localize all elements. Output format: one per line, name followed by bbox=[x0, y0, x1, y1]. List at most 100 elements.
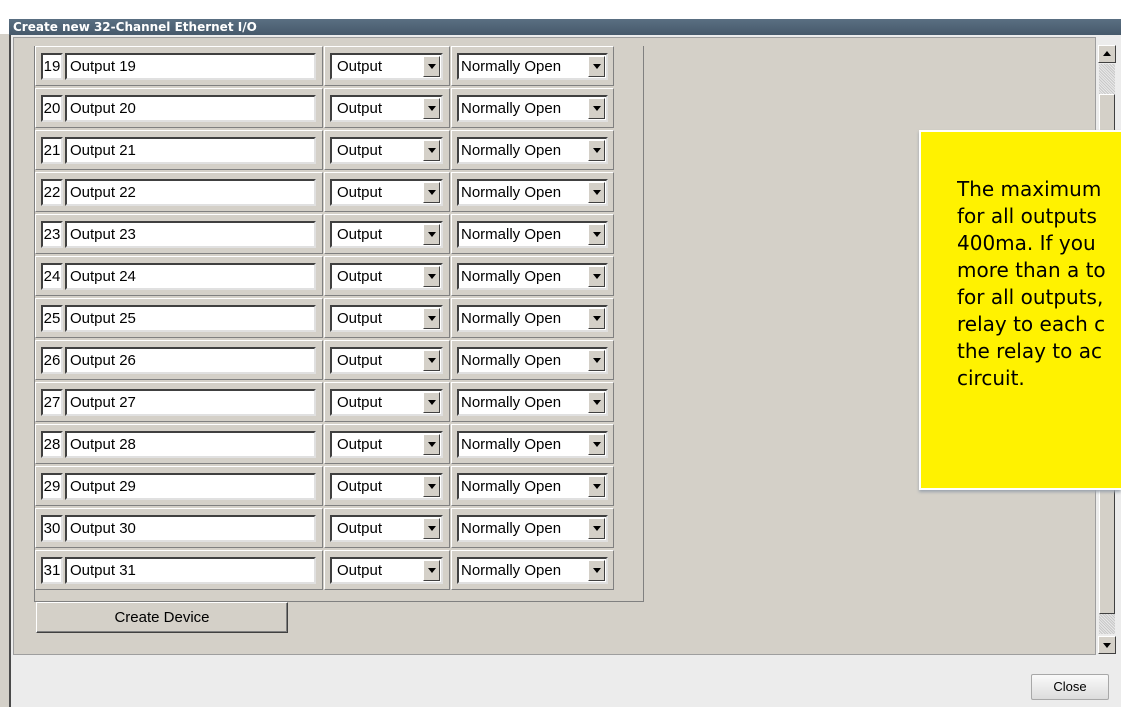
channel-type-select[interactable]: Output bbox=[330, 389, 443, 416]
table-row: 29 Output 29 Output Normally Open bbox=[35, 466, 643, 508]
chevron-down-icon[interactable] bbox=[423, 392, 440, 413]
chevron-down-icon[interactable] bbox=[588, 56, 605, 77]
channel-type-select[interactable]: Output bbox=[330, 347, 443, 374]
chevron-down-icon[interactable] bbox=[423, 140, 440, 161]
channel-type-select[interactable]: Output bbox=[330, 137, 443, 164]
chevron-down-icon[interactable] bbox=[423, 182, 440, 203]
channel-type-select[interactable]: Output bbox=[330, 95, 443, 122]
channel-type-value: Output bbox=[337, 394, 383, 411]
channel-type-select[interactable]: Output bbox=[330, 557, 443, 584]
chevron-down-icon[interactable] bbox=[588, 140, 605, 161]
chevron-down-icon[interactable] bbox=[588, 224, 605, 245]
channel-mode-value: Normally Open bbox=[461, 520, 562, 537]
channel-mode-select[interactable]: Normally Open bbox=[457, 305, 608, 332]
channel-name-input[interactable]: Output 20 bbox=[65, 95, 316, 122]
channel-type-select[interactable]: Output bbox=[330, 53, 443, 80]
channel-type-select[interactable]: Output bbox=[330, 473, 443, 500]
channel-mode-select[interactable]: Normally Open bbox=[457, 431, 608, 458]
channel-name-input[interactable]: Output 30 bbox=[65, 515, 316, 542]
channel-name-input[interactable]: Output 21 bbox=[65, 137, 316, 164]
channel-type-value: Output bbox=[337, 268, 383, 285]
chevron-down-icon[interactable] bbox=[588, 350, 605, 371]
channel-name-input[interactable]: Output 22 bbox=[65, 179, 316, 206]
channel-type-value: Output bbox=[337, 436, 383, 453]
channel-name-input[interactable]: Output 31 bbox=[65, 557, 316, 584]
chevron-down-icon[interactable] bbox=[588, 98, 605, 119]
chevron-down-icon[interactable] bbox=[588, 392, 605, 413]
chevron-down-icon[interactable] bbox=[423, 266, 440, 287]
chevron-down-icon[interactable] bbox=[423, 98, 440, 119]
channel-type-value: Output bbox=[337, 562, 383, 579]
channel-type-value: Output bbox=[337, 226, 383, 243]
channel-name-input[interactable]: Output 27 bbox=[65, 389, 316, 416]
channel-mode-select[interactable]: Normally Open bbox=[457, 137, 608, 164]
tooltip-text: The maximum for all outputs 400ma. If yo… bbox=[957, 177, 1106, 390]
create-device-button[interactable]: Create Device bbox=[36, 602, 288, 633]
scroll-up-button[interactable] bbox=[1098, 45, 1116, 63]
channel-number: 27 bbox=[41, 389, 63, 416]
channel-mode-select[interactable]: Normally Open bbox=[457, 473, 608, 500]
channel-name-input[interactable]: Output 29 bbox=[65, 473, 316, 500]
channel-mode-select[interactable]: Normally Open bbox=[457, 221, 608, 248]
chevron-down-icon[interactable] bbox=[588, 308, 605, 329]
scroll-down-button[interactable] bbox=[1098, 636, 1116, 654]
chevron-down-icon[interactable] bbox=[588, 266, 605, 287]
channel-name-input[interactable]: Output 25 bbox=[65, 305, 316, 332]
channel-name-input[interactable]: Output 19 bbox=[65, 53, 316, 80]
chevron-down-icon[interactable] bbox=[588, 182, 605, 203]
chevron-down-icon[interactable] bbox=[588, 518, 605, 539]
chevron-down-icon[interactable] bbox=[423, 560, 440, 581]
table-row: 23 Output 23 Output Normally Open bbox=[35, 214, 643, 256]
channel-mode-value: Normally Open bbox=[461, 352, 562, 369]
channel-type-value: Output bbox=[337, 100, 383, 117]
channel-number: 23 bbox=[41, 221, 63, 248]
channel-mode-select[interactable]: Normally Open bbox=[457, 347, 608, 374]
channel-mode-value: Normally Open bbox=[461, 184, 562, 201]
chevron-down-icon[interactable] bbox=[423, 224, 440, 245]
channel-mode-select[interactable]: Normally Open bbox=[457, 389, 608, 416]
table-row: 31 Output 31 Output Normally Open bbox=[35, 550, 643, 592]
chevron-down-icon[interactable] bbox=[588, 476, 605, 497]
channel-type-select[interactable]: Output bbox=[330, 515, 443, 542]
channel-number: 21 bbox=[41, 137, 63, 164]
channel-mode-select[interactable]: Normally Open bbox=[457, 95, 608, 122]
channel-type-select[interactable]: Output bbox=[330, 305, 443, 332]
chevron-down-icon[interactable] bbox=[588, 434, 605, 455]
channel-mode-select[interactable]: Normally Open bbox=[457, 557, 608, 584]
channel-mode-value: Normally Open bbox=[461, 226, 562, 243]
channel-type-select[interactable]: Output bbox=[330, 221, 443, 248]
chevron-down-icon[interactable] bbox=[423, 476, 440, 497]
channel-mode-value: Normally Open bbox=[461, 436, 562, 453]
channel-mode-value: Normally Open bbox=[461, 562, 562, 579]
channel-number: 31 bbox=[41, 557, 63, 584]
channel-name-input[interactable]: Output 28 bbox=[65, 431, 316, 458]
channel-name-input[interactable]: Output 24 bbox=[65, 263, 316, 290]
channel-mode-value: Normally Open bbox=[461, 58, 562, 75]
channel-mode-value: Normally Open bbox=[461, 268, 562, 285]
title-bar: Create new 32-Channel Ethernet I/O bbox=[0, 0, 1121, 35]
chevron-down-icon[interactable] bbox=[423, 350, 440, 371]
close-button[interactable]: Close bbox=[1031, 674, 1109, 700]
channel-name-input[interactable]: Output 26 bbox=[65, 347, 316, 374]
channel-type-select[interactable]: Output bbox=[330, 263, 443, 290]
table-row: 27 Output 27 Output Normally Open bbox=[35, 382, 643, 424]
channel-name-input[interactable]: Output 23 bbox=[65, 221, 316, 248]
channel-mode-select[interactable]: Normally Open bbox=[457, 263, 608, 290]
channel-type-value: Output bbox=[337, 142, 383, 159]
channel-type-select[interactable]: Output bbox=[330, 179, 443, 206]
channel-type-select[interactable]: Output bbox=[330, 431, 443, 458]
table-row: 28 Output 28 Output Normally Open bbox=[35, 424, 643, 466]
table-row: 22 Output 22 Output Normally Open bbox=[35, 172, 643, 214]
channel-mode-select[interactable]: Normally Open bbox=[457, 515, 608, 542]
channel-number: 28 bbox=[41, 431, 63, 458]
channel-mode-value: Normally Open bbox=[461, 394, 562, 411]
chevron-down-icon[interactable] bbox=[423, 56, 440, 77]
channel-mode-value: Normally Open bbox=[461, 142, 562, 159]
chevron-down-icon[interactable] bbox=[588, 560, 605, 581]
channel-mode-select[interactable]: Normally Open bbox=[457, 179, 608, 206]
chevron-down-icon[interactable] bbox=[423, 434, 440, 455]
chevron-down-icon[interactable] bbox=[423, 518, 440, 539]
channel-number: 24 bbox=[41, 263, 63, 290]
chevron-down-icon[interactable] bbox=[423, 308, 440, 329]
channel-mode-select[interactable]: Normally Open bbox=[457, 53, 608, 80]
